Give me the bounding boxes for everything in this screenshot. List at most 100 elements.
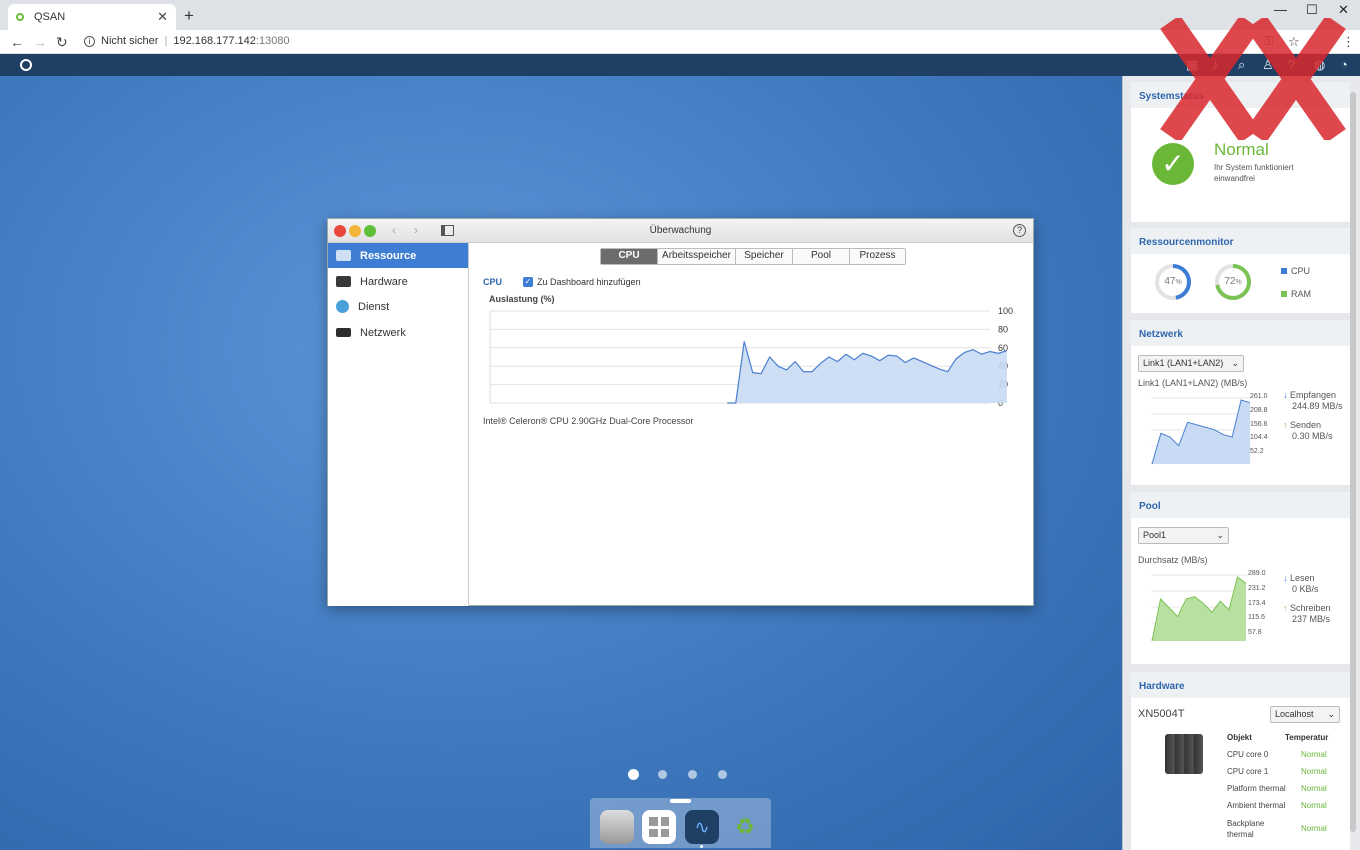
window-title: Überwachung	[649, 225, 712, 236]
pool-write: ↑ Schreiben 237 MB/s	[1283, 603, 1331, 625]
legend-cpu: CPU	[1281, 266, 1310, 276]
reload-icon[interactable]: ↻	[56, 34, 68, 51]
ytick: 115.6	[1248, 614, 1265, 622]
tab-bar: CPU Arbeitsspeicher Speicher Pool Prozes…	[600, 248, 906, 265]
network-icon	[336, 328, 351, 337]
url-field[interactable]: i Nicht sicher | 192.168.177.142 :13080	[84, 35, 290, 47]
help-icon[interactable]: ?	[1013, 224, 1026, 237]
page-dot[interactable]	[658, 770, 667, 779]
monitoring-window: ‹ › Überwachung ? Ressource Hardware Die…	[327, 218, 1034, 606]
close-window-icon[interactable]: ✕	[1338, 2, 1349, 18]
recycle-bin-icon[interactable]: ♻	[728, 810, 762, 844]
col-temp: Temperatur	[1285, 733, 1329, 742]
hw-row-temp: Normal	[1301, 784, 1327, 793]
legend-cpu-swatch	[1281, 268, 1287, 274]
security-label: Nicht sicher	[101, 35, 159, 47]
sidebar-item-ressource[interactable]: Ressource	[328, 243, 468, 268]
network-dropdown[interactable]: Link1 (LAN1+LAN2) ⌄	[1138, 355, 1244, 372]
window-titlebar[interactable]: ‹ › Überwachung ?	[328, 219, 1033, 243]
address-bar: ← → ↻ i Nicht sicher | 192.168.177.142 :…	[0, 30, 1360, 54]
dashboard-panel: Systemstatus ✓ Normal Ihr System funktio…	[1122, 76, 1360, 850]
hw-row-object: CPU core 1	[1227, 767, 1269, 776]
sidebar-item-label: Ressource	[360, 249, 417, 262]
tab-cpu[interactable]: CPU	[601, 249, 657, 264]
tab-speicher[interactable]: Speicher	[735, 249, 792, 264]
page-dot[interactable]	[718, 770, 727, 779]
dashboard-checkbox[interactable]: ✓ Zu Dashboard hinzufügen	[523, 277, 641, 287]
hw-row-temp: Normal	[1301, 801, 1327, 810]
pool-dropdown[interactable]: Pool1 ⌄	[1138, 527, 1229, 544]
back-icon[interactable]: ←	[10, 34, 24, 50]
legend-ram: RAM	[1281, 289, 1311, 299]
grid-cell	[649, 828, 658, 837]
send-label: Senden	[1290, 420, 1322, 430]
browser-tab[interactable]: QSAN ✕	[8, 4, 176, 30]
sidebar-item-netzwerk[interactable]: Netzwerk	[328, 320, 468, 345]
ytick: 104.4	[1250, 434, 1268, 442]
grid-cell	[660, 817, 669, 826]
monitoring-app-icon[interactable]: ∿	[685, 810, 719, 844]
qsan-logo-icon[interactable]	[20, 59, 32, 71]
area-fill	[1152, 400, 1250, 464]
cpu-section-label: CPU	[483, 277, 503, 287]
minimize-icon[interactable]: —	[1274, 2, 1287, 17]
maximize-icon[interactable]: ☐	[1306, 2, 1318, 18]
page-dot-active[interactable]	[628, 769, 639, 780]
sidebar-item-label: Hardware	[360, 275, 408, 288]
pool-yticks: 289.0 231.2 173.4 115.6 57.8	[1248, 567, 1266, 641]
forward-icon[interactable]: →	[33, 34, 47, 50]
processor-label: Intel® Celeron® CPU 2.90GHz Dual-Core Pr…	[483, 416, 694, 426]
hw-row-object: Backplane thermal	[1227, 819, 1265, 839]
url-host: 192.168.177.142	[173, 35, 256, 47]
area-fill	[1152, 577, 1246, 641]
monitor-icon	[336, 250, 351, 261]
legend-cpu-label: CPU	[1291, 266, 1311, 276]
window-sidebar: Ressource Hardware Dienst Netzwerk	[328, 243, 469, 606]
read-label: Lesen	[1290, 573, 1315, 583]
status-text: Normal	[1214, 140, 1269, 159]
sidebar-item-hardware[interactable]: Hardware	[328, 269, 468, 294]
status-desc: Ihr System funktioniert einwandfrei	[1214, 163, 1294, 183]
cpu-usage-chart: 100806040200	[489, 307, 1013, 408]
network-dropdown-value: Link1 (LAN1+LAN2)	[1143, 358, 1224, 368]
ram-percent: 72%	[1213, 276, 1253, 287]
col-object: Objekt	[1227, 733, 1252, 742]
network-chart	[1151, 397, 1251, 465]
network-card: Netzwerk Link1 (LAN1+LAN2) ⌄ Link1 (LAN1+…	[1131, 320, 1350, 485]
y-tick-label: 100	[998, 307, 1013, 316]
url-port: :13080	[255, 35, 290, 47]
new-tab-icon[interactable]: +	[184, 6, 194, 26]
control-panel-app-icon[interactable]	[600, 810, 634, 844]
write-value: 237 MB/s	[1292, 614, 1331, 624]
tab-title: QSAN	[34, 11, 66, 23]
info-icon[interactable]: i	[84, 35, 95, 47]
hw-row-object: Ambient thermal	[1227, 801, 1286, 810]
pool-card: Pool Pool1 ⌄ Durchsatz (MB/s) 289.0 231.2…	[1131, 492, 1350, 664]
chevron-down-icon: ⌄	[1327, 709, 1335, 719]
qsan-favicon-icon	[16, 13, 24, 21]
checkbox-checked-icon[interactable]: ✓	[523, 277, 533, 287]
hardware-card: Hardware XN5004T Localhost ⌄ Objekt Tempe…	[1131, 672, 1350, 850]
arrow-down-icon: ↓	[1283, 573, 1288, 583]
recv-label: Empfangen	[1290, 390, 1337, 400]
chevron-down-icon: ⌄	[1231, 358, 1239, 368]
sidebar-item-dienst[interactable]: Dienst	[328, 294, 468, 319]
page-dot[interactable]	[688, 770, 697, 779]
network-yticks: 261.0 208.8 156.6 104.4 52.2	[1250, 390, 1268, 459]
dock-handle[interactable]	[670, 799, 691, 803]
host-dropdown[interactable]: Localhost ⌄	[1270, 706, 1340, 723]
ytick: 173.4	[1248, 599, 1266, 607]
host-dropdown-value: Localhost	[1275, 709, 1314, 719]
network-header: Netzwerk	[1131, 320, 1350, 346]
resource-monitor-header: Ressourcenmonitor	[1131, 228, 1350, 254]
panel-scrollbar[interactable]	[1350, 92, 1356, 832]
network-send: ↑ Senden 0.30 MB/s	[1283, 420, 1333, 442]
app-center-icon[interactable]	[642, 810, 676, 844]
tab-arbeitsspeicher[interactable]: Arbeitsspeicher	[657, 249, 735, 264]
close-tab-icon[interactable]: ✕	[157, 9, 168, 25]
pool-header: Pool	[1131, 492, 1350, 518]
tab-pool[interactable]: Pool	[792, 249, 849, 264]
grid-cell	[649, 817, 658, 826]
tab-prozess[interactable]: Prozess	[849, 249, 905, 264]
arrow-up-icon: ↑	[1283, 603, 1288, 613]
